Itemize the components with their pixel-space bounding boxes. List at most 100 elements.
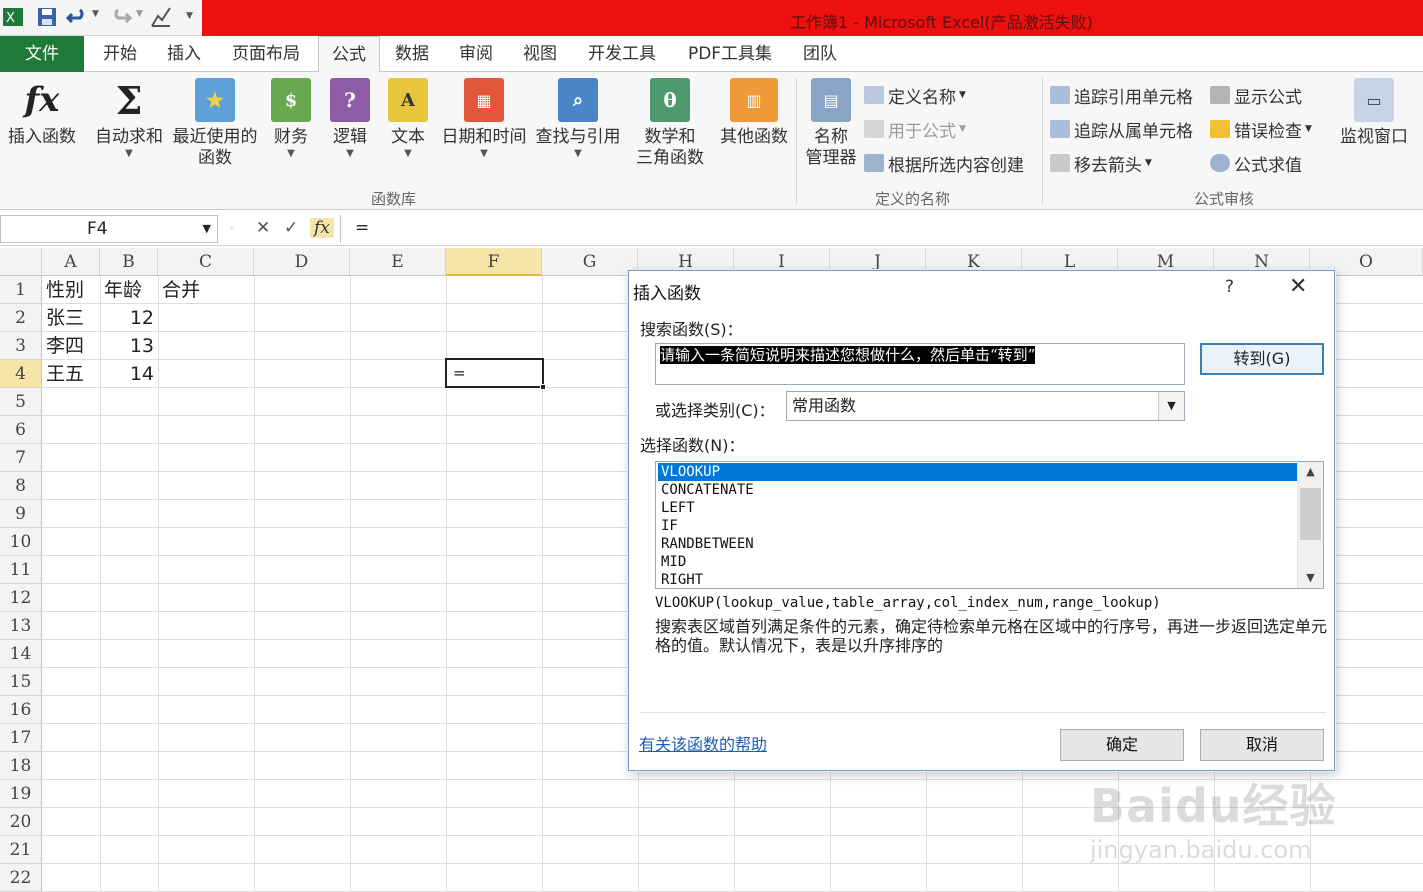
function-help-link[interactable]: 有关该函数的帮助 <box>639 731 767 755</box>
function-item[interactable]: CONCATENATE <box>658 481 1298 499</box>
row-header-19[interactable]: 19 <box>0 780 42 808</box>
column-header-a[interactable]: A <box>42 248 100 276</box>
confirm-entry-icon[interactable]: ✓ <box>284 218 298 238</box>
row-header-17[interactable]: 17 <box>0 724 42 752</box>
row-header-3[interactable]: 3 <box>0 332 42 360</box>
goto-button[interactable]: 转到(G) <box>1200 343 1324 375</box>
column-header-d[interactable]: D <box>254 248 350 276</box>
evaluate-formula-button[interactable]: 公式求值 <box>1210 150 1302 176</box>
row-header-20[interactable]: 20 <box>0 808 42 836</box>
row-header-11[interactable]: 11 <box>0 556 42 584</box>
row-header-5[interactable]: 5 <box>0 388 42 416</box>
error-checking-button[interactable]: 错误检查 ▼ <box>1210 116 1312 142</box>
column-header-c[interactable]: C <box>158 248 254 276</box>
define-name-button[interactable]: 定义名称 ▼ <box>864 82 966 108</box>
cell-a4[interactable]: 王五 <box>42 360 100 388</box>
tab-pdf-tools[interactable]: PDF工具集 <box>672 36 788 72</box>
column-header-e[interactable]: E <box>350 248 446 276</box>
cell-b1[interactable]: 年龄 <box>100 276 158 304</box>
formula-input[interactable]: = <box>340 215 1423 243</box>
row-header-12[interactable]: 12 <box>0 584 42 612</box>
function-item-selected[interactable]: VLOOKUP <box>658 463 1298 481</box>
row-header-21[interactable]: 21 <box>0 836 42 864</box>
save-icon[interactable] <box>36 6 58 28</box>
function-item[interactable]: LEFT <box>658 499 1298 517</box>
more-functions-button[interactable]: ▥ 其他函数 <box>716 78 792 148</box>
cell-b4[interactable]: 14 <box>100 360 158 388</box>
row-header-10[interactable]: 10 <box>0 528 42 556</box>
cancel-entry-icon[interactable]: ✕ <box>256 218 270 238</box>
function-item[interactable]: RANDBETWEEN <box>658 535 1298 553</box>
cell-a2[interactable]: 张三 <box>42 304 100 332</box>
customize-qat-icon[interactable]: ▼ <box>186 11 193 21</box>
use-in-formula-button[interactable]: 用于公式 ▼ <box>864 116 966 142</box>
tab-developer[interactable]: 开发工具 <box>572 36 672 72</box>
row-header-4[interactable]: 4 <box>0 360 42 388</box>
undo-icon[interactable] <box>66 6 88 28</box>
column-header-f[interactable]: F <box>446 248 542 276</box>
cancel-button[interactable]: 取消 <box>1200 729 1324 761</box>
tab-home[interactable]: 开始 <box>88 36 152 72</box>
logical-button[interactable]: ? 逻辑 ▼ <box>326 78 374 160</box>
tab-page-layout[interactable]: 页面布局 <box>216 36 316 72</box>
row-header-14[interactable]: 14 <box>0 640 42 668</box>
name-box-dropdown-icon[interactable]: ▼ <box>203 216 211 242</box>
create-from-selection-button[interactable]: 根据所选内容创建 <box>864 150 1024 176</box>
function-item[interactable]: IF <box>658 517 1298 535</box>
chevron-down-icon[interactable]: ▼ <box>1158 392 1184 420</box>
active-cell-f4[interactable]: = <box>445 358 546 390</box>
column-header-b[interactable]: B <box>100 248 158 276</box>
remove-arrows-button[interactable]: 移去箭头 ▼ <box>1050 150 1152 176</box>
tab-file[interactable]: 文件 <box>0 36 84 72</box>
row-header-9[interactable]: 9 <box>0 500 42 528</box>
row-header-1[interactable]: 1 <box>0 276 42 304</box>
undo-dropdown-icon[interactable]: ▼ <box>92 9 99 19</box>
tab-insert[interactable]: 插入 <box>152 36 216 72</box>
cell-b2[interactable]: 12 <box>100 304 158 332</box>
insert-function-button[interactable]: fx 插入函数 <box>4 78 80 148</box>
row-header-18[interactable]: 18 <box>0 752 42 780</box>
row-header-6[interactable]: 6 <box>0 416 42 444</box>
tab-review[interactable]: 审阅 <box>444 36 508 72</box>
row-header-16[interactable]: 16 <box>0 696 42 724</box>
function-list-scrollbar[interactable]: ▲ ▼ <box>1297 462 1323 588</box>
show-formulas-button[interactable]: 显示公式 <box>1210 82 1302 108</box>
redo-icon[interactable] <box>110 6 132 28</box>
insert-function-fx-icon[interactable]: fx <box>310 218 334 238</box>
cell-a3[interactable]: 李四 <box>42 332 100 360</box>
scroll-thumb[interactable] <box>1300 488 1321 540</box>
watch-window-button[interactable]: ▭ 监视窗口 <box>1336 78 1412 148</box>
row-header-22[interactable]: 22 <box>0 864 42 892</box>
fill-handle[interactable] <box>540 384 546 390</box>
cell-b3[interactable]: 13 <box>100 332 158 360</box>
chart-quick-icon[interactable] <box>150 6 172 28</box>
function-item[interactable]: MID <box>658 553 1298 571</box>
tab-team[interactable]: 团队 <box>788 36 852 72</box>
financial-button[interactable]: $ 财务 ▼ <box>266 78 316 160</box>
trace-precedents-button[interactable]: 追踪引用单元格 <box>1050 82 1193 108</box>
ok-button[interactable]: 确定 <box>1060 729 1184 761</box>
tab-view[interactable]: 视图 <box>508 36 572 72</box>
math-trig-button[interactable]: θ 数学和 三角函数 <box>626 78 714 168</box>
lookup-reference-button[interactable]: ⌕ 查找与引用 ▼ <box>532 78 624 160</box>
tab-formulas[interactable]: 公式 <box>318 36 380 73</box>
tab-data[interactable]: 数据 <box>380 36 444 72</box>
cell-c1[interactable]: 合并 <box>158 276 254 304</box>
function-item[interactable]: RIGHT <box>658 571 1298 589</box>
row-header-13[interactable]: 13 <box>0 612 42 640</box>
date-time-button[interactable]: ▦ 日期和时间 ▼ <box>438 78 530 160</box>
row-header-8[interactable]: 8 <box>0 472 42 500</box>
row-header-7[interactable]: 7 <box>0 444 42 472</box>
category-select[interactable]: 常用函数 ▼ <box>786 391 1185 421</box>
row-header-15[interactable]: 15 <box>0 668 42 696</box>
recently-used-button[interactable]: ★ 最近使用的 函数 <box>168 78 262 168</box>
autosum-button[interactable]: Σ 自动求和 ▼ <box>92 78 166 160</box>
name-box[interactable]: F4 ▼ <box>0 215 218 243</box>
help-icon[interactable]: ? <box>1225 277 1234 297</box>
function-list[interactable]: VLOOKUP CONCATENATE LEFT IF RANDBETWEEN … <box>655 461 1324 589</box>
scroll-down-icon[interactable]: ▼ <box>1298 568 1323 588</box>
name-manager-button[interactable]: ▤ 名称 管理器 <box>802 78 860 168</box>
row-header-2[interactable]: 2 <box>0 304 42 332</box>
scroll-up-icon[interactable]: ▲ <box>1298 462 1323 482</box>
redo-dropdown-icon[interactable]: ▼ <box>136 9 143 19</box>
